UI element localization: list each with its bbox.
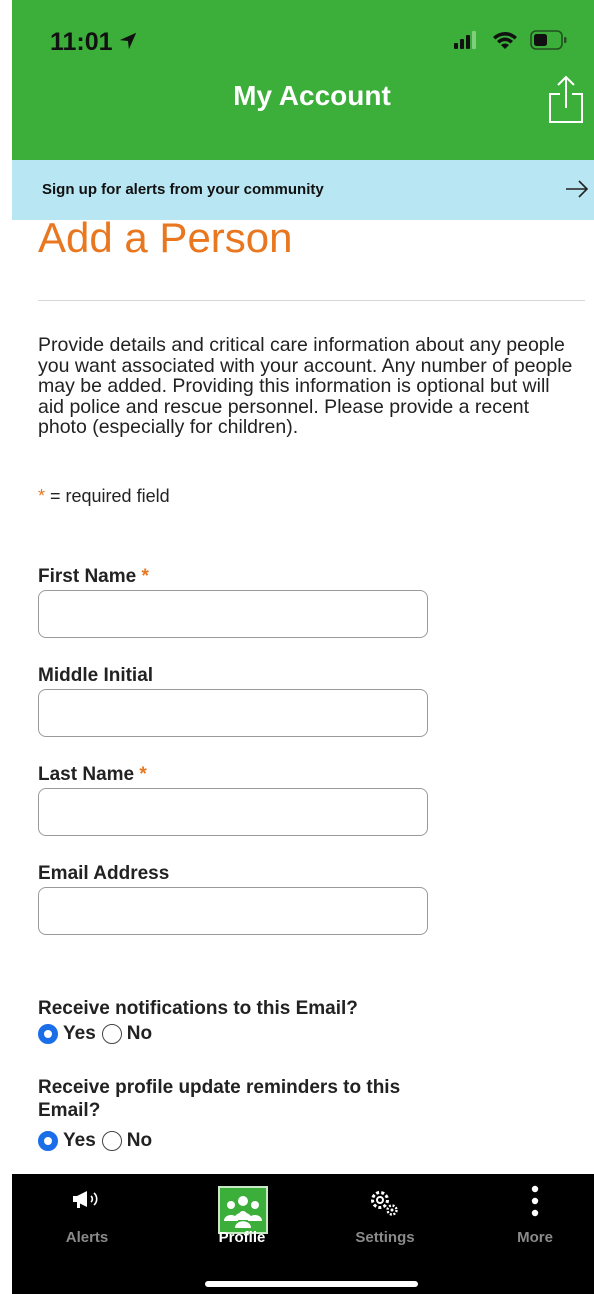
email-notifications-options: Yes No bbox=[38, 1023, 158, 1045]
middle-initial-input[interactable] bbox=[38, 689, 428, 737]
divider bbox=[38, 300, 585, 301]
email-notifications-no-radio[interactable] bbox=[101, 1024, 122, 1044]
yes-label[interactable]: Yes bbox=[63, 1023, 96, 1045]
share-icon[interactable] bbox=[547, 74, 585, 126]
page-title: My Account bbox=[233, 80, 391, 111]
first-name-label-text: First Name bbox=[38, 566, 137, 587]
first-name-input[interactable] bbox=[38, 590, 428, 638]
signal-icon bbox=[454, 31, 476, 49]
profile-reminders-no-radio[interactable] bbox=[101, 1131, 122, 1151]
tab-more[interactable]: More bbox=[490, 1182, 580, 1252]
profile-reminders-yes-radio[interactable] bbox=[38, 1131, 58, 1151]
status-icons bbox=[454, 30, 568, 50]
battery-icon bbox=[530, 30, 567, 50]
more-vertical-icon bbox=[531, 1185, 539, 1217]
email-notifications-yes-radio[interactable] bbox=[38, 1024, 58, 1044]
last-name-label-text: Last Name bbox=[38, 764, 135, 785]
profile-reminders-question: Receive profile update reminders to this… bbox=[38, 1077, 401, 1121]
required-star: * bbox=[38, 486, 46, 506]
middle-initial-label-text: Middle Initial bbox=[38, 665, 154, 686]
first-name-label: First Name * bbox=[38, 566, 149, 588]
home-indicator bbox=[205, 1281, 418, 1287]
intro-text: Provide details and critical care inform… bbox=[38, 334, 573, 438]
status-time-text: 11:01 bbox=[50, 28, 113, 56]
no-label[interactable]: No bbox=[127, 1130, 152, 1152]
email-input[interactable] bbox=[38, 887, 428, 935]
community-alerts-banner[interactable]: Sign up for alerts from your community bbox=[12, 160, 594, 220]
tab-settings[interactable]: Settings bbox=[340, 1182, 430, 1252]
location-arrow-icon bbox=[119, 32, 136, 50]
email-notifications-question: Receive notifications to this Email? bbox=[38, 998, 358, 1019]
tab-label: More bbox=[517, 1229, 553, 1246]
required-star: * bbox=[139, 764, 147, 785]
tab-label: Profile bbox=[218, 1229, 266, 1246]
status-time: 11:01 bbox=[50, 28, 139, 57]
tab-alerts[interactable]: Alerts bbox=[42, 1182, 132, 1252]
profile-tab-highlight bbox=[218, 1186, 268, 1234]
arrow-right-icon bbox=[566, 180, 589, 198]
banner-text: Sign up for alerts from your community bbox=[42, 181, 324, 198]
form-heading: Add a Person bbox=[38, 214, 293, 261]
required-note-text: = required field bbox=[45, 486, 170, 506]
yes-label[interactable]: Yes bbox=[63, 1130, 96, 1152]
required-field-note: * = required field bbox=[38, 486, 170, 507]
last-name-label: Last Name * bbox=[38, 764, 147, 786]
megaphone-icon bbox=[73, 1191, 98, 1208]
people-icon bbox=[224, 1196, 262, 1228]
required-star: * bbox=[141, 566, 149, 587]
tab-profile[interactable]: Profile bbox=[197, 1182, 287, 1252]
wifi-icon bbox=[493, 32, 517, 49]
tab-label: Settings bbox=[355, 1229, 415, 1246]
profile-reminders-options: Yes No bbox=[38, 1130, 158, 1152]
email-label: Email Address bbox=[38, 863, 169, 885]
tab-label: Alerts bbox=[65, 1229, 109, 1246]
no-label[interactable]: No bbox=[127, 1023, 152, 1045]
tab-bar: Alerts Profile Settings More bbox=[12, 1174, 594, 1294]
gears-icon bbox=[371, 1191, 398, 1216]
email-label-text: Email Address bbox=[38, 863, 170, 884]
last-name-input[interactable] bbox=[38, 788, 428, 836]
middle-initial-label: Middle Initial bbox=[38, 665, 153, 687]
